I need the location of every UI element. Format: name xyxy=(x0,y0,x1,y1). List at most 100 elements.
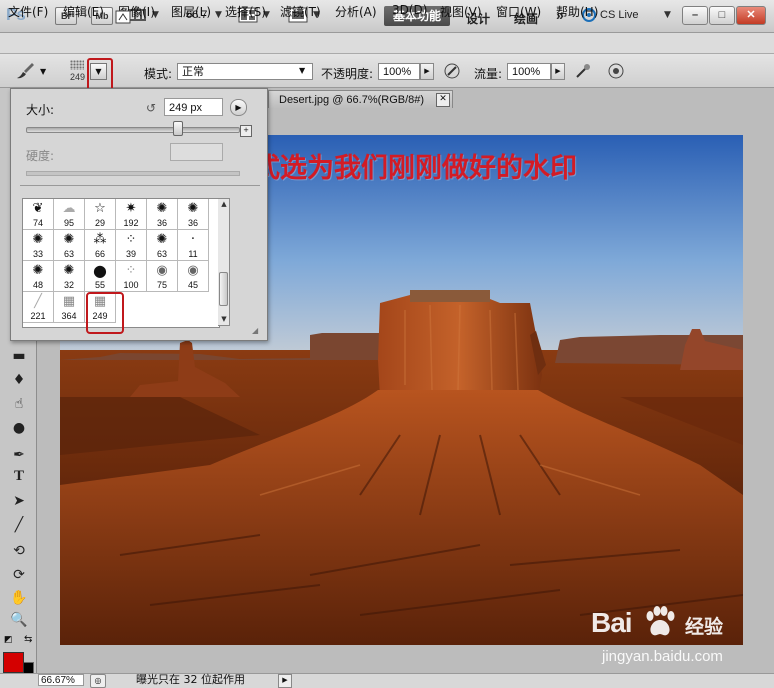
menu-select[interactable]: 选择(S) xyxy=(225,3,266,20)
blend-mode-chevron-icon[interactable]: ▼ xyxy=(299,66,305,75)
preset-cell[interactable]: ⁂ 66 xyxy=(85,230,116,261)
menu-edit[interactable]: 编辑(E) xyxy=(63,3,104,20)
menu-help[interactable]: 帮助(H) xyxy=(556,3,598,20)
preset-size: 221 xyxy=(30,311,46,321)
document-tab[interactable]: Desert.jpg @ 66.7%(RGB/8#) xyxy=(268,90,453,108)
preset-cell[interactable]: ▦ 364 xyxy=(54,292,85,323)
preset-cell[interactable]: ✺ 48 xyxy=(23,261,54,292)
brush-tip-icon: ✺ xyxy=(156,232,168,247)
zoom-tool-icon[interactable]: 🔍 xyxy=(8,610,30,630)
brush-tip-icon: ✺ xyxy=(32,263,44,278)
size-slider-track[interactable] xyxy=(26,127,240,133)
status-bar xyxy=(0,673,774,688)
path-selection-tool-icon[interactable]: ➤ xyxy=(8,491,30,511)
preset-cell[interactable]: ✺ 63 xyxy=(147,230,178,261)
cs-live-chevron-icon[interactable]: ▼ xyxy=(664,10,671,20)
smudge-tool-icon[interactable]: ☝ xyxy=(8,394,30,414)
paint-bucket-tool-icon[interactable]: ♦ xyxy=(8,370,30,390)
preset-cell[interactable]: ◉ 75 xyxy=(147,261,178,292)
menu-analysis[interactable]: 分析(A) xyxy=(335,3,377,20)
preset-cell[interactable]: ⁘ 100 xyxy=(116,261,147,292)
3d-orbit-tool-icon[interactable]: ⟳ xyxy=(8,565,30,585)
preset-cell[interactable]: ╱ 221 xyxy=(23,292,54,323)
airbrush-icon[interactable] xyxy=(574,62,592,80)
swap-colors-icon[interactable]: ⇆ xyxy=(24,634,32,645)
preset-cell[interactable]: ✺ 36 xyxy=(147,199,178,230)
preset-size: 36 xyxy=(187,218,198,228)
preset-cell[interactable]: ✺ 32 xyxy=(54,261,85,292)
menu-3d[interactable]: 3D(D) xyxy=(392,3,427,17)
pressure-size-icon[interactable] xyxy=(607,62,625,80)
menu-file[interactable]: 文件(F) xyxy=(8,3,48,20)
type-tool-icon[interactable]: T xyxy=(8,468,30,488)
maximize-button[interactable]: □ xyxy=(709,6,735,25)
blend-mode-select[interactable]: 正常 xyxy=(177,63,313,80)
preset-cell[interactable]: ✺ 36 xyxy=(178,199,209,230)
selected-preset-highlight-marker xyxy=(86,292,124,334)
eraser-tool-icon[interactable]: ▬ xyxy=(8,346,30,366)
close-window-button[interactable]: ✕ xyxy=(736,6,766,25)
preset-grid-scroll-thumb[interactable] xyxy=(219,272,228,306)
reset-size-icon[interactable]: ↺ xyxy=(146,101,156,115)
preset-cell[interactable]: ◉ 45 xyxy=(178,261,209,292)
cs-live-button[interactable]: CS Live xyxy=(600,9,639,21)
picker-menu-button[interactable]: ▶ xyxy=(230,99,247,116)
brush-tip-icon: ☁ xyxy=(62,201,76,216)
brush-tip-icon: ⁘ xyxy=(125,263,137,278)
brush-tip-icon: ✺ xyxy=(156,201,168,216)
brush-tool-preset-icon[interactable] xyxy=(14,61,36,81)
watermark-url: jingyan.baidu.com xyxy=(602,648,723,665)
preset-cell[interactable]: ● 55 xyxy=(85,261,116,292)
menu-bar xyxy=(0,33,774,54)
opacity-input[interactable]: 100% xyxy=(378,63,420,80)
foreground-color-swatch-front[interactable] xyxy=(3,652,24,673)
preset-cell[interactable]: ✺ 33 xyxy=(23,230,54,261)
size-slider-thumb[interactable] xyxy=(173,121,183,136)
preset-size: 100 xyxy=(123,280,139,290)
preset-cell[interactable]: ❦ 74 xyxy=(23,199,54,230)
scroll-up-icon[interactable]: ▲ xyxy=(218,198,230,210)
status-zoom-field[interactable]: 66.67% xyxy=(38,674,84,686)
hand-tool-icon[interactable]: ✋ xyxy=(8,588,30,608)
baidu-watermark-text: Bai xyxy=(591,607,633,638)
default-colors-icon[interactable]: ◩ xyxy=(4,635,13,645)
tool-preset-chevron-icon[interactable]: ▼ xyxy=(40,67,46,76)
pressure-opacity-icon[interactable] xyxy=(443,62,461,80)
flow-input[interactable]: 100% xyxy=(507,63,551,80)
preset-grid-scrollbar[interactable] xyxy=(218,198,230,326)
document-close-icon[interactable]: ✕ xyxy=(436,93,450,107)
status-menu-arrow-icon[interactable]: ▶ xyxy=(278,674,292,688)
scroll-down-icon[interactable]: ▼ xyxy=(218,313,230,325)
line-tool-icon[interactable]: ╱ xyxy=(8,515,30,535)
preset-size: 66 xyxy=(94,249,105,259)
dodge-tool-icon[interactable]: ● xyxy=(8,418,30,438)
preset-cell[interactable]: ☆ 29 xyxy=(85,199,116,230)
preset-cell[interactable]: ✷ 192 xyxy=(116,199,147,230)
flow-slider-button[interactable]: ▶ xyxy=(551,63,565,80)
preset-size: 39 xyxy=(125,249,136,259)
preset-cell[interactable]: ✺ 63 xyxy=(54,230,85,261)
menu-view[interactable]: 视图(V) xyxy=(440,3,482,20)
hardness-label: 硬度: xyxy=(26,149,55,163)
menu-window[interactable]: 窗口(W) xyxy=(496,3,541,20)
size-label: 大小: xyxy=(26,103,55,117)
preset-size: 29 xyxy=(94,218,105,228)
status-info-icon[interactable]: ◎ xyxy=(90,674,106,688)
brush-preview-thumbnail xyxy=(70,60,84,70)
zoom-chevron-icon[interactable]: ▼ xyxy=(215,10,222,20)
opacity-slider-button[interactable]: ▶ xyxy=(420,63,434,80)
preset-cell[interactable]: ⁘ 39 xyxy=(116,230,147,261)
menu-filter[interactable]: 滤镜(T) xyxy=(280,3,321,20)
3d-rotate-tool-icon[interactable]: ⟲ xyxy=(8,541,30,561)
brush-picker-highlight-marker xyxy=(87,58,113,91)
pen-tool-icon[interactable]: ✒ xyxy=(8,445,30,465)
preset-cell[interactable]: · 11 xyxy=(178,230,209,261)
minimize-button[interactable]: – xyxy=(682,6,708,25)
toggle-brush-panel-icon[interactable] xyxy=(114,8,132,26)
resize-grip-icon[interactable]: ◢ xyxy=(252,326,258,335)
size-input[interactable]: 249 px xyxy=(164,98,223,116)
preset-cell[interactable]: ☁ 95 xyxy=(54,199,85,230)
new-preset-icon[interactable]: + xyxy=(240,125,252,137)
menu-layer[interactable]: 图层(L) xyxy=(171,3,211,20)
brush-tip-icon: ◉ xyxy=(187,263,199,278)
